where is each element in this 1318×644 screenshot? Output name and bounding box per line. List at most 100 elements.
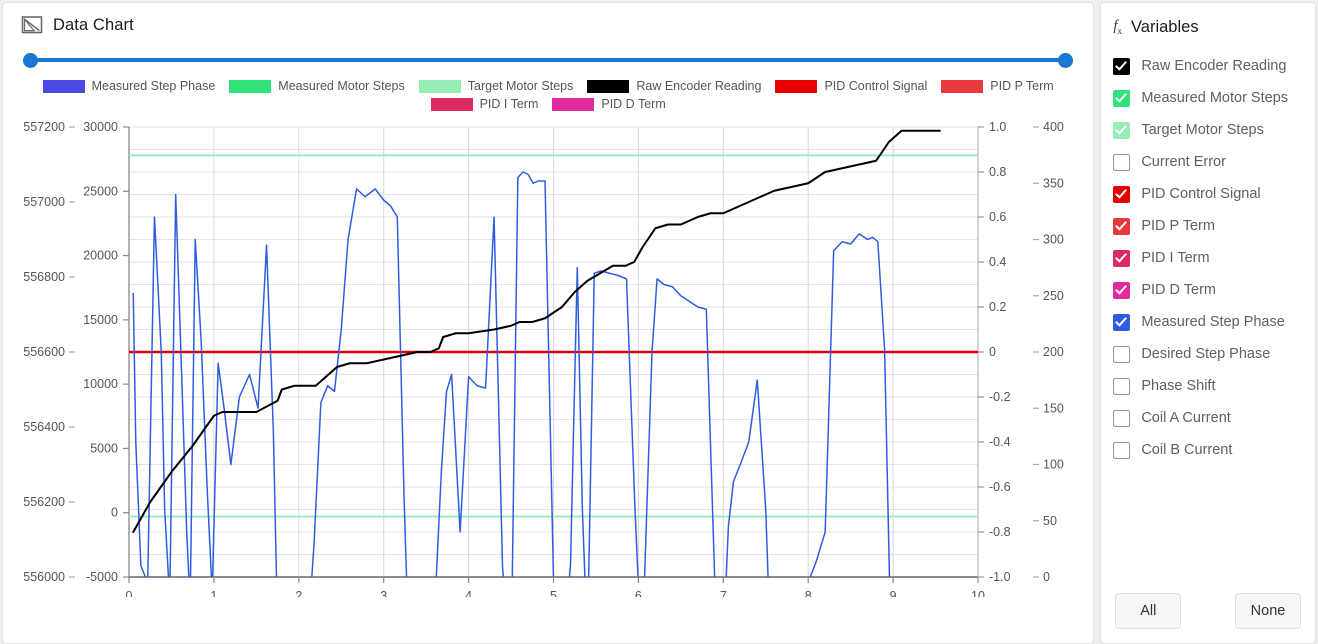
axis-tick-label: 0 [126, 589, 133, 597]
axis-tick-label: 5 [550, 589, 557, 597]
slider-handle-right[interactable] [1058, 53, 1074, 68]
legend-label: PID I Term [479, 97, 539, 111]
legend-item[interactable]: Measured Step Phase [42, 79, 215, 93]
variable-checkbox[interactable] [1113, 89, 1131, 107]
variable-row[interactable]: PID D Term [1101, 274, 1315, 306]
axis-tick-label: 556000 [23, 570, 65, 584]
slider-track[interactable] [25, 58, 1072, 62]
variable-checkbox[interactable] [1113, 441, 1131, 459]
variable-row[interactable]: Coil A Current [1101, 402, 1315, 434]
legend-label: PID Control Signal [824, 79, 928, 93]
variable-checkbox[interactable] [1113, 153, 1131, 171]
legend-swatch [418, 79, 461, 93]
series-line [132, 171, 891, 577]
variable-label: PID D Term [1141, 282, 1216, 298]
series-line [132, 129, 941, 533]
axis-tick-label: -0.4 [989, 435, 1011, 449]
axis-tick-label: 5000 [90, 441, 118, 455]
axis-tick-label: 1 [210, 589, 217, 597]
plot-area: -5000 0 5000 10000 15000 20000 25000 30000 55600… [3, 117, 1093, 597]
legend-label: Target Motor Steps [467, 79, 574, 93]
chart-canvas[interactable]: -500005000100001500020000250003000055600… [3, 117, 1093, 597]
axis-tick-label: 10000 [83, 377, 118, 391]
axis-tick-label: 2 [295, 589, 302, 597]
variable-row[interactable]: Target Motor Steps [1101, 114, 1315, 146]
variable-label: Raw Encoder Reading [1141, 58, 1287, 74]
variable-checkbox[interactable] [1113, 313, 1131, 331]
variable-label: Target Motor Steps [1141, 122, 1264, 138]
variable-checkbox[interactable] [1113, 409, 1131, 427]
page-title: Data Chart [53, 15, 134, 34]
variables-panel: fx Variables Raw Encoder Reading Measured… [1100, 2, 1316, 644]
legend-item[interactable]: PID I Term [430, 97, 539, 111]
axis-tick-label: -5000 [86, 570, 118, 584]
variable-row[interactable]: Measured Step Phase [1101, 306, 1315, 338]
variable-checkbox[interactable] [1113, 57, 1131, 75]
legend-item[interactable]: PID P Term [941, 79, 1054, 93]
variable-checkbox[interactable] [1113, 281, 1131, 299]
legend-item[interactable]: Raw Encoder Reading [587, 79, 761, 93]
legend-item[interactable]: PID Control Signal [775, 79, 927, 93]
axis-tick-label: 556800 [23, 270, 65, 284]
axis-tick-label: 30000 [83, 120, 118, 134]
axis-tick-label: -1.0 [989, 570, 1011, 584]
axis-tick-label: 15000 [83, 313, 118, 327]
variable-label: Phase Shift [1141, 378, 1216, 394]
axis-tick-label: 0.8 [989, 165, 1006, 179]
legend-item[interactable]: Measured Motor Steps [229, 79, 405, 93]
variable-label: Coil B Current [1141, 442, 1233, 458]
axis-tick-label: -0.2 [989, 390, 1011, 404]
axis-tick-label: 556400 [23, 420, 65, 434]
variables-header: fx Variables [1101, 3, 1315, 40]
variable-row[interactable]: PID P Term [1101, 210, 1315, 242]
variable-checkbox[interactable] [1113, 121, 1131, 139]
axis-tick-label: 150 [1043, 401, 1064, 415]
variable-row[interactable]: Current Error [1101, 146, 1315, 178]
variable-label: Desired Step Phase [1141, 346, 1271, 362]
variable-checkbox[interactable] [1113, 377, 1131, 395]
legend-swatch [587, 79, 630, 93]
line-chart-icon [21, 16, 43, 34]
data-chart-app: Data Chart Measured Step Phase Measured M… [0, 0, 1318, 644]
legend-item[interactable]: Target Motor Steps [418, 79, 574, 93]
time-range-slider[interactable] [23, 51, 1074, 69]
variable-checkbox[interactable] [1113, 345, 1131, 363]
variable-row[interactable]: Phase Shift [1101, 370, 1315, 402]
axis-tick-label: 200 [1043, 345, 1064, 359]
axis-tick-label: 556200 [23, 495, 65, 509]
variable-checkbox[interactable] [1113, 249, 1131, 267]
legend-item[interactable]: PID D Term [552, 97, 666, 111]
chart-panel-header: Data Chart [3, 3, 1093, 39]
variable-label: PID Control Signal [1141, 186, 1261, 202]
variable-row[interactable]: PID I Term [1101, 242, 1315, 274]
axis-tick-label: 557000 [23, 195, 65, 209]
legend-label: PID D Term [601, 97, 666, 111]
axis-tick-label: 0.2 [989, 300, 1006, 314]
axis-tick-label: 557200 [23, 120, 65, 134]
variable-row[interactable]: Desired Step Phase [1101, 338, 1315, 370]
variable-row[interactable]: Raw Encoder Reading [1101, 50, 1315, 82]
variables-list: Raw Encoder Reading Measured Motor Steps T… [1101, 50, 1315, 593]
axis-tick-label: 0 [989, 345, 996, 359]
axis-tick-label: 10 [971, 589, 985, 597]
variable-label: PID P Term [1141, 218, 1215, 234]
fx-icon: fx [1113, 18, 1122, 36]
slider-handle-left[interactable] [23, 53, 38, 68]
select-all-button[interactable]: All [1115, 593, 1182, 629]
axis-tick-label: 50 [1043, 514, 1057, 528]
legend-swatch [430, 97, 473, 111]
variable-checkbox[interactable] [1113, 185, 1131, 203]
axis-tick-label: 556600 [23, 345, 65, 359]
axis-tick-label: -0.8 [989, 525, 1011, 539]
legend-label: Measured Motor Steps [278, 79, 405, 93]
variable-row[interactable]: Measured Motor Steps [1101, 82, 1315, 114]
variables-title: Variables [1131, 17, 1199, 36]
legend-swatch [229, 79, 272, 93]
variable-checkbox[interactable] [1113, 217, 1131, 235]
legend-label: PID P Term [990, 79, 1054, 93]
variable-label: Coil A Current [1141, 410, 1231, 426]
variable-row[interactable]: PID Control Signal [1101, 178, 1315, 210]
axis-tick-label: -0.6 [989, 480, 1011, 494]
select-none-button[interactable]: None [1235, 593, 1301, 629]
variable-row[interactable]: Coil B Current [1101, 434, 1315, 466]
